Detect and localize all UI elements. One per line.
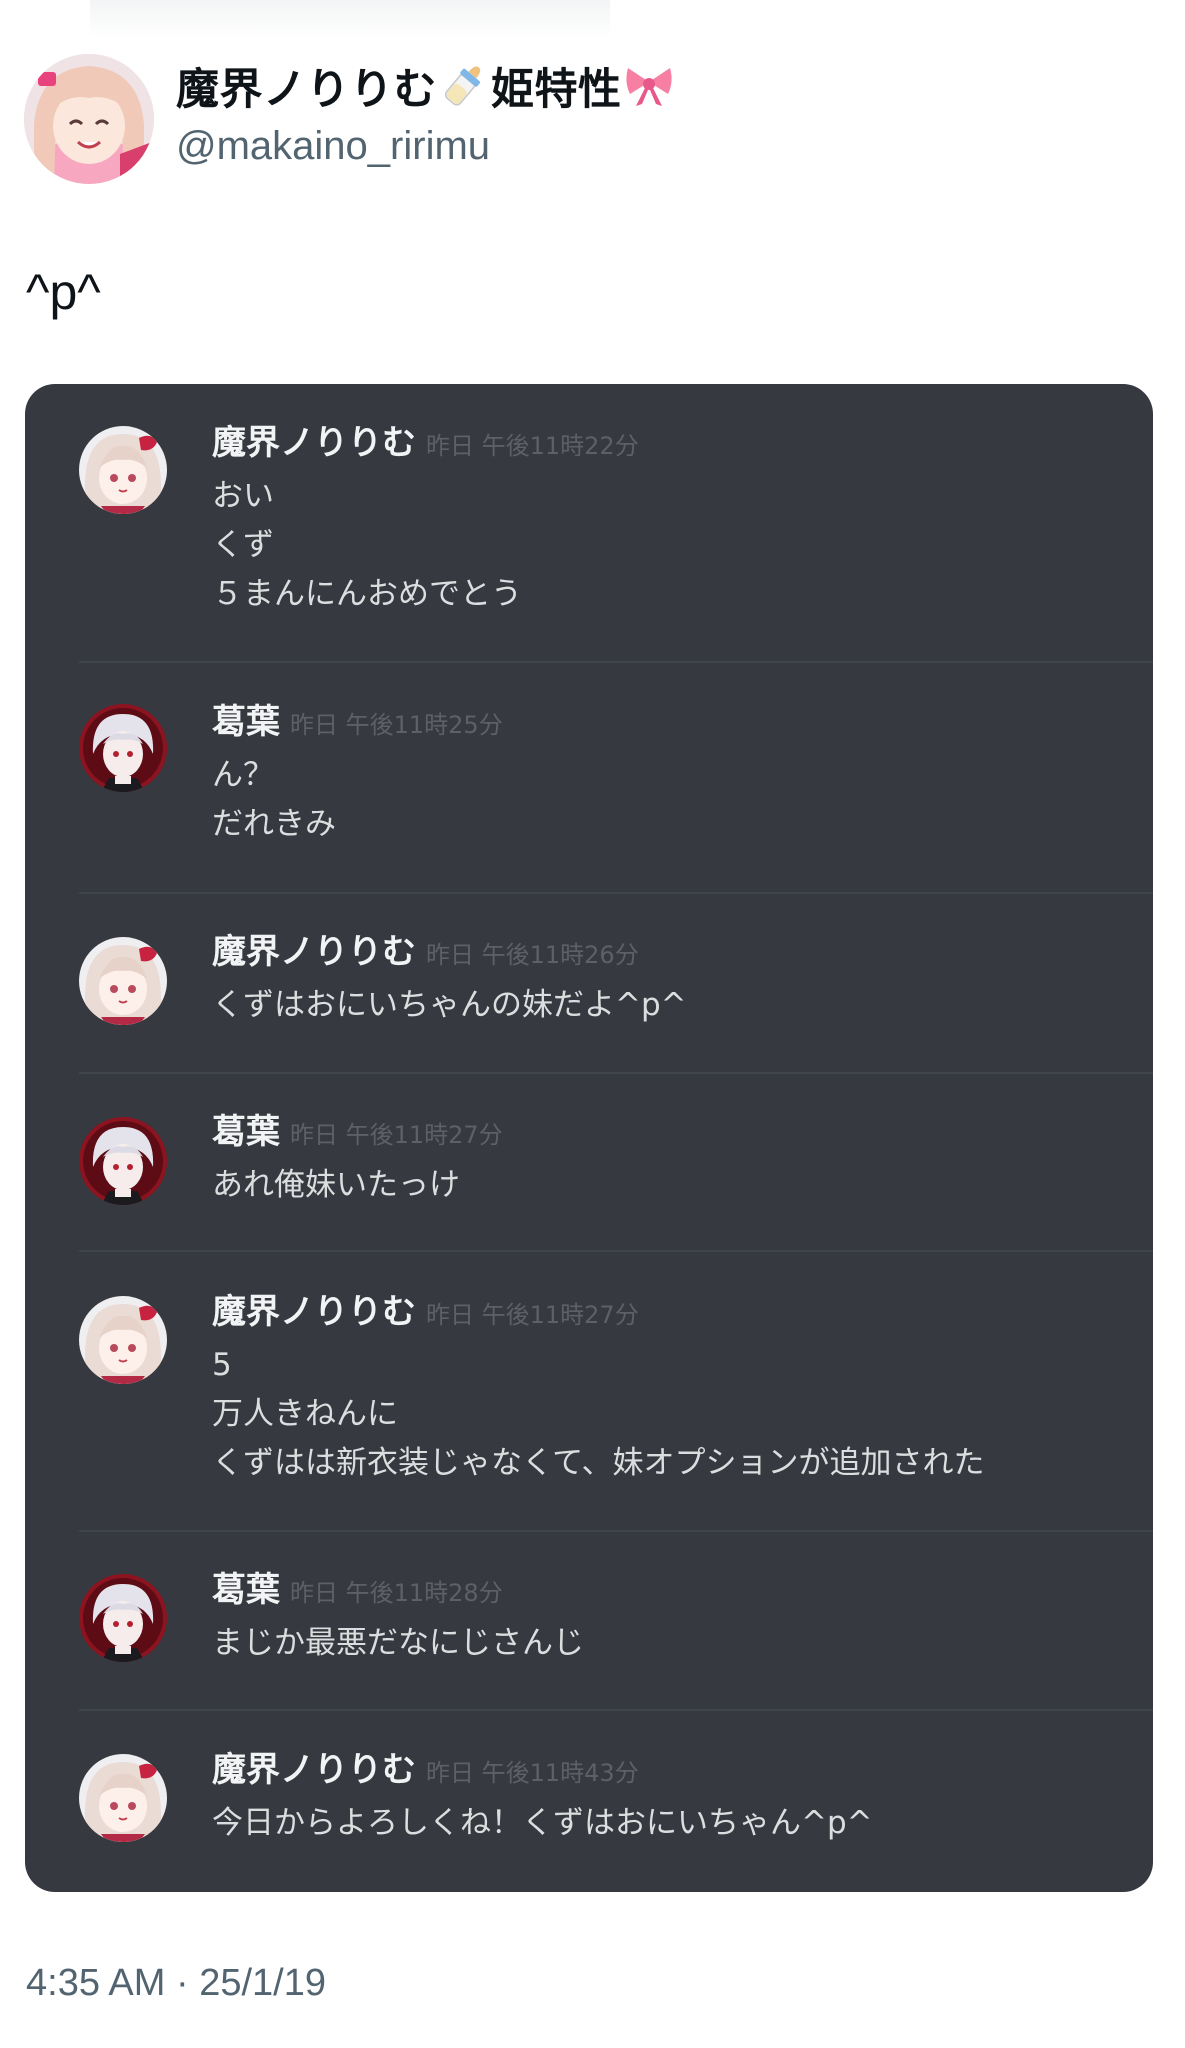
message-line: くずはおにいちゃんの妹だよ^p^ [212, 987, 687, 1023]
ririmu-avatar [79, 426, 167, 514]
display-name-text: 魔界ノりりむ [176, 65, 437, 115]
message-divider [79, 1530, 1153, 1532]
profile-avatar[interactable] [24, 54, 154, 184]
message-author[interactable]: 葛葉 [212, 1112, 280, 1152]
message-divider [79, 1709, 1153, 1711]
message-divider [79, 661, 1153, 663]
message-line: 今日からよろしくね！くずはおにいちゃん^p^ [212, 1805, 873, 1841]
user-handle[interactable]: @makaino_ririmu [176, 120, 490, 172]
kuzuha-avatar [79, 1574, 167, 1662]
message-time: 昨日 午後11時26分 [426, 941, 639, 969]
ririmu-avatar [79, 937, 167, 1025]
message-time: 昨日 午後11時27分 [426, 1301, 639, 1329]
message-header: 葛葉 昨日 午後11時28分 [212, 1567, 503, 1619]
ririmu-avatar [79, 1296, 167, 1384]
message-line: 万人きねんに [212, 1396, 398, 1432]
message-author[interactable]: 魔界ノりりむ [212, 423, 416, 463]
message-line: 5 [212, 1347, 232, 1383]
display-name[interactable]: 魔界ノりりむ 姫特性 [176, 60, 676, 118]
chat-screenshot[interactable]: 魔界ノりりむ 昨日 午後11時22分 おい くず ５まんにんおめでとう 葛葉 昨日 … [25, 384, 1153, 1892]
message-line: くず [212, 527, 274, 563]
message-header: 魔界ノりりむ 昨日 午後11時26分 [212, 929, 639, 981]
message-line: まじか最悪だなにじさんじ [212, 1625, 584, 1661]
tweet-timestamp[interactable]: 4:35 AM · 25/1/19 [26, 1958, 326, 2008]
message-line: おい [212, 478, 274, 514]
tweet-text: ^p^ [26, 264, 101, 320]
name-suffix: 姫特性 [491, 65, 622, 115]
message-line: ん？ [212, 757, 274, 793]
ribbon-emoji [624, 60, 674, 110]
message-header: 葛葉 昨日 午後11時27分 [212, 1109, 503, 1161]
message-author[interactable]: 魔界ノりりむ [212, 932, 416, 972]
top-fade [90, 0, 610, 38]
message-author[interactable]: 葛葉 [212, 702, 280, 742]
message-divider [79, 892, 1153, 894]
message-time: 昨日 午後11時22分 [426, 432, 639, 460]
message-time: 昨日 午後11時43分 [426, 1759, 639, 1787]
message-header: 魔界ノりりむ 昨日 午後11時27分 [212, 1289, 639, 1341]
message-header: 葛葉 昨日 午後11時25分 [212, 699, 503, 751]
message-line: だれきみ [212, 806, 336, 842]
baby-bottle-emoji [439, 60, 489, 110]
message-time: 昨日 午後11時27分 [290, 1121, 503, 1149]
kuzuha-avatar [79, 704, 167, 792]
message-header: 魔界ノりりむ 昨日 午後11時22分 [212, 420, 639, 472]
ririmu-avatar [79, 1754, 167, 1842]
message-line: あれ俺妹いたっけ [212, 1167, 460, 1203]
kuzuha-avatar [79, 1117, 167, 1205]
message-author[interactable]: 魔界ノりりむ [212, 1292, 416, 1332]
message-line: ５まんにんおめでとう [212, 576, 522, 612]
message-time: 昨日 午後11時25分 [290, 711, 503, 739]
message-line: くずはは新衣装じゃなくて、妹オプションが追加された [212, 1445, 985, 1481]
message-divider [79, 1250, 1153, 1252]
message-author[interactable]: 葛葉 [212, 1570, 280, 1610]
message-header: 魔界ノりりむ 昨日 午後11時43分 [212, 1747, 639, 1799]
message-divider [79, 1072, 1153, 1074]
message-author[interactable]: 魔界ノりりむ [212, 1750, 416, 1790]
message-time: 昨日 午後11時28分 [290, 1579, 503, 1607]
